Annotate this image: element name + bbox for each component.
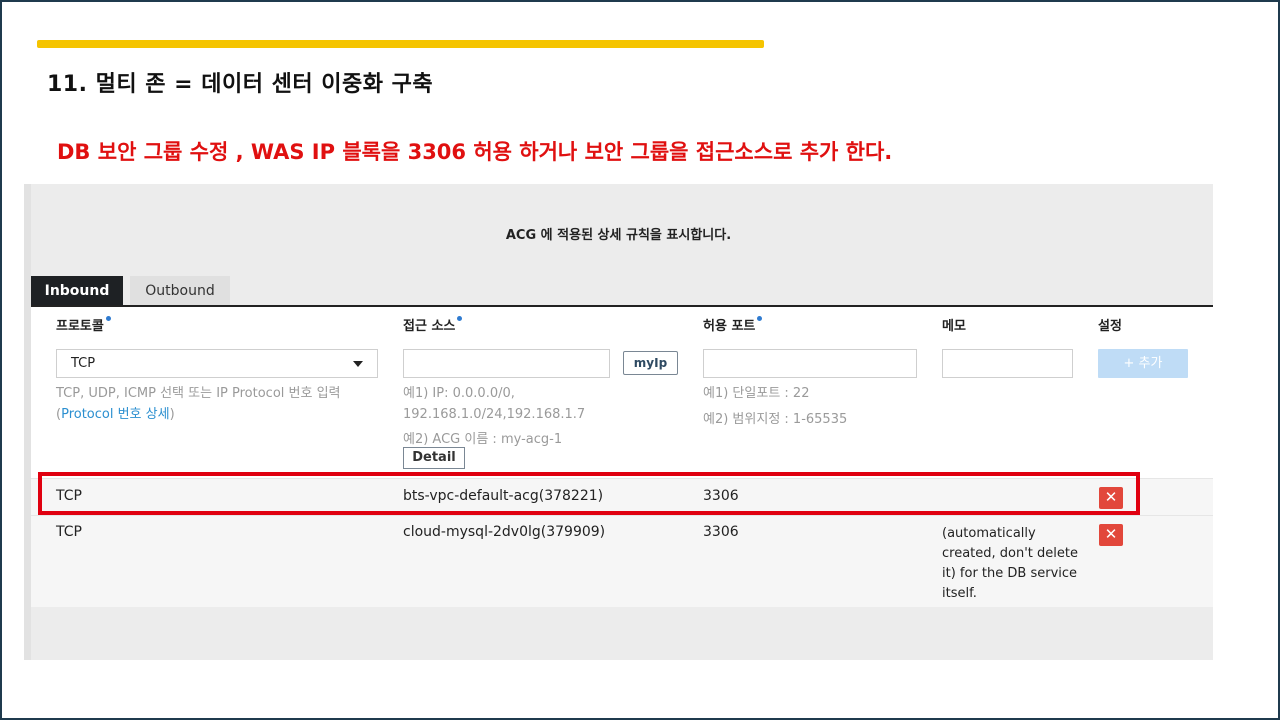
acg-screenshot: ACG 에 적용된 상세 규칙을 표시합니다. Inbound Outbound… xyxy=(24,184,1213,660)
acg-caption: ACG 에 적용된 상세 규칙을 표시합니다. xyxy=(505,228,732,243)
rule-memo: (automatically created, don't delete it)… xyxy=(942,526,1078,601)
highlight-box xyxy=(38,472,1140,515)
rule-source: cloud-mysql-2dv0lg(379909) xyxy=(403,524,606,540)
rule-port: 3306 xyxy=(703,524,739,540)
column-header-setting: 설정 xyxy=(1098,319,1122,334)
detail-button[interactable]: Detail xyxy=(403,447,465,469)
accent-bar xyxy=(37,40,764,48)
column-header-protocol: 프로토콜 xyxy=(56,315,111,334)
column-header-port: 허용 포트 xyxy=(703,315,763,334)
tab-outbound[interactable]: Outbound xyxy=(130,276,230,306)
column-header-memo: 메모 xyxy=(942,319,966,334)
slide-subtitle: DB 보안 그룹 수정 , WAS IP 블록을 3306 허용 하거나 보안 … xyxy=(57,140,893,164)
source-input[interactable] xyxy=(403,349,610,378)
delete-rule-button[interactable]: ✕ xyxy=(1099,524,1123,546)
panel-left-strip xyxy=(24,184,31,660)
port-input[interactable] xyxy=(703,349,917,378)
table-row: TCP cloud-mysql-2dv0lg(379909) 3306 (aut… xyxy=(31,515,1213,607)
myip-button[interactable]: myIp xyxy=(623,351,678,375)
close-icon: ✕ xyxy=(1104,525,1118,543)
source-hint: 예1) IP: 0.0.0.0/0, 192.168.1.0/24,192.16… xyxy=(403,386,586,447)
required-dot-icon xyxy=(757,316,763,321)
add-rule-button[interactable]: + 추가 xyxy=(1098,349,1188,378)
protocol-number-detail-link[interactable]: Protocol 번호 상세 xyxy=(61,407,170,422)
slide-title: 11. 멀티 존 = 데이터 센터 이중화 구축 xyxy=(47,72,434,97)
protocol-select[interactable]: TCP xyxy=(56,349,378,378)
memo-input[interactable] xyxy=(942,349,1073,378)
protocol-select-value: TCP xyxy=(71,356,96,371)
chevron-down-icon xyxy=(353,361,363,367)
acg-rule-table: 프로토콜 접근 소스 허용 포트 메모 설정 TCP myIp + 추가 TCP… xyxy=(31,305,1213,607)
rule-protocol: TCP xyxy=(56,524,82,540)
port-hint: 예1) 단일포트 : 22 예2) 범위지정 : 1-65535 xyxy=(703,386,848,427)
tab-inbound[interactable]: Inbound xyxy=(31,276,123,306)
required-dot-icon xyxy=(457,316,463,321)
protocol-hint: TCP, UDP, ICMP 선택 또는 IP Protocol 번호 입력 (… xyxy=(56,386,341,422)
required-dot-icon xyxy=(105,316,111,321)
column-header-source: 접근 소스 xyxy=(403,315,463,334)
